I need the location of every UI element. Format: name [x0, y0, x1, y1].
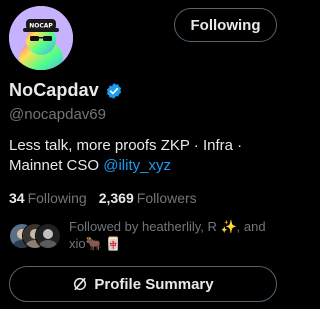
display-name[interactable]: NoCapdav	[9, 80, 99, 101]
followers-stat[interactable]: 2,369 Followers	[99, 190, 197, 206]
followed-by-row[interactable]: Followed by heatherlily, R ✨, and xio🐂 🀄	[9, 218, 277, 254]
profile-summary-button[interactable]: Profile Summary	[9, 266, 277, 302]
bio-mention-link[interactable]: @ility_xyz	[103, 157, 171, 174]
followers-label: Followers	[136, 190, 197, 206]
followers-count: 2,369	[98, 190, 134, 206]
bio: Less talk, more proofs ZKP · Infra · Mai…	[9, 136, 274, 176]
following-label: Following	[27, 190, 87, 206]
stats-row: 34 Following 2,369 Followers	[9, 190, 197, 206]
followed-by-text: Followed by heatherlily, R ✨, and xio🐂 🀄	[69, 219, 266, 251]
following-stat[interactable]: 34 Following	[9, 190, 87, 206]
avatar[interactable]: NOCAP	[9, 6, 73, 70]
verified-badge-icon	[106, 82, 121, 99]
profile-hover-card: NOCAP Following NoCapdav @nocapdav69 Les…	[0, 0, 281, 309]
profile-summary-label: Profile Summary	[94, 275, 214, 293]
handle[interactable]: @nocapdav69	[9, 106, 106, 123]
name-row: NoCapdav	[9, 80, 123, 101]
grok-icon	[74, 277, 87, 291]
following-button[interactable]: Following	[174, 8, 277, 42]
avatar-cap-text: NOCAP	[29, 23, 53, 30]
following-count: 34	[9, 190, 25, 206]
follower-avatar	[35, 223, 61, 249]
followed-by-avatars	[9, 223, 61, 249]
avatar-image: NOCAP	[9, 6, 73, 70]
